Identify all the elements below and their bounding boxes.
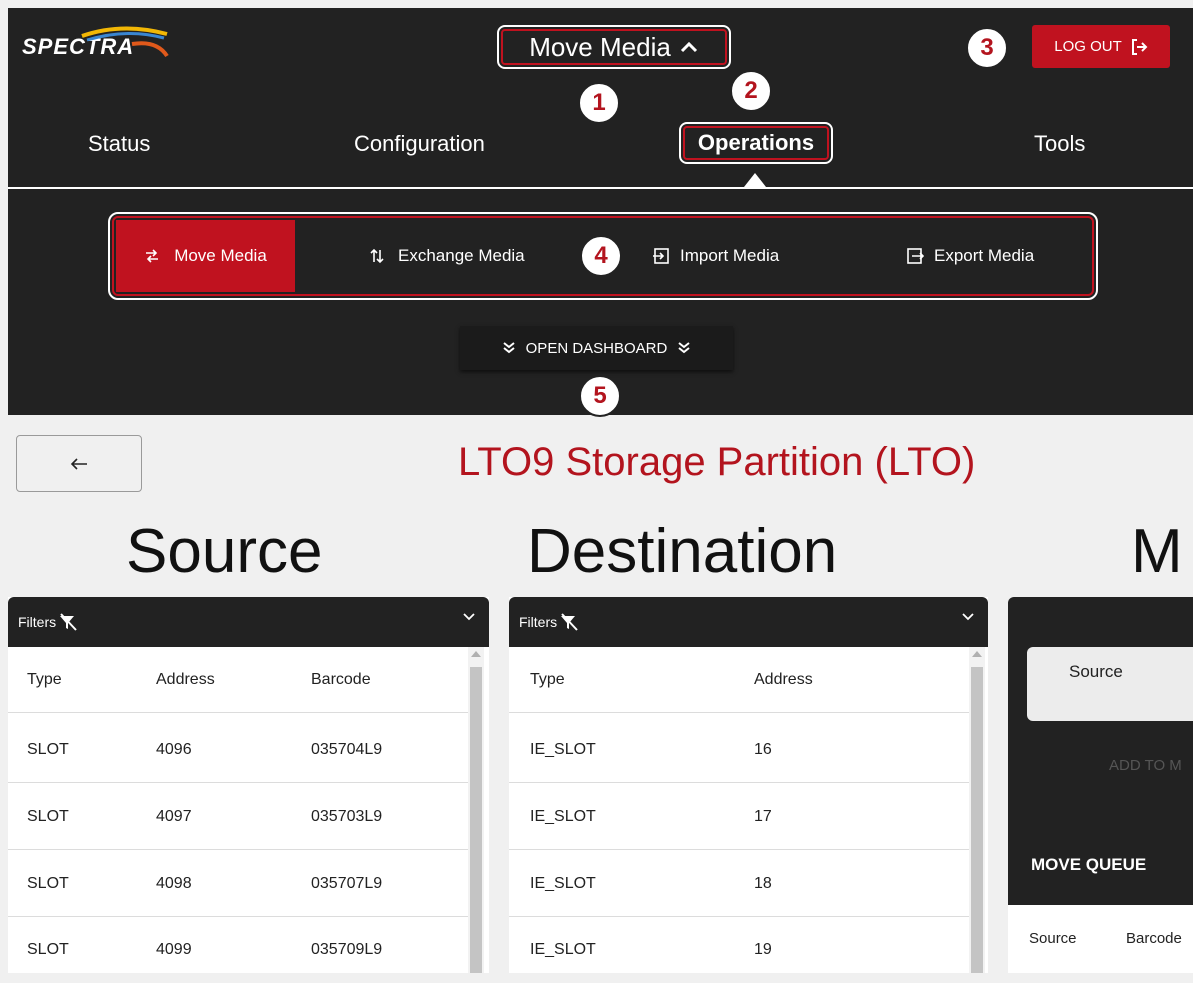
move-source-field[interactable]: Source [1027,647,1193,721]
move-queue-table: Source Barcode [1008,905,1193,973]
open-dashboard-label: OPEN DASHBOARD [525,339,668,357]
partition-title: LTO9 Storage Partition (LTO) [458,440,976,484]
double-chevron-down-icon [503,342,515,354]
source-scrollbar[interactable] [468,647,484,973]
scroll-thumb[interactable] [470,667,482,973]
source-filters-bar[interactable]: Filters [8,597,489,647]
chevron-up-icon [680,41,697,53]
table-row[interactable]: IE_SLOT 17 [509,784,969,850]
column-header-barcode[interactable]: Barcode [1126,930,1182,947]
destination-heading: Destination [527,517,838,586]
logout-label: LOG OUT [1054,38,1122,55]
exchange-arrows-icon [370,248,384,264]
table-row[interactable]: IE_SLOT 19 [509,917,969,983]
table-row[interactable]: SLOT 4099 035709L9 [8,917,468,983]
subnav-label: Import Media [680,246,780,265]
subnav-label: Export Media [934,246,1035,265]
source-header-row: Type Address Barcode [8,647,468,713]
callout-badge-2: 2 [730,70,772,112]
subnav-label: Move Media [174,246,267,265]
logo-swoosh-icon [81,26,169,58]
barcode-cell: 035704L9 [311,741,383,758]
column-header-source[interactable]: Source [1029,930,1077,947]
filters-label: Filters [18,614,57,630]
address-cell: 18 [754,875,772,892]
export-icon [907,248,924,264]
callout-badge-1: 1 [578,82,620,124]
scroll-up-icon[interactable] [972,651,982,657]
address-cell: 16 [754,741,772,758]
type-cell: IE_SLOT [530,808,596,825]
scroll-thumb[interactable] [971,667,983,973]
chevron-down-icon [962,613,974,621]
type-cell: IE_SLOT [530,875,596,892]
scroll-up-icon[interactable] [471,651,481,657]
move-queue-heading: MOVE QUEUE [1031,855,1147,874]
destination-scrollbar[interactable] [969,647,985,973]
open-dashboard-button[interactable]: OPEN DASHBOARD [460,326,733,370]
active-nav-indicator [744,173,766,187]
subnav-label: Exchange Media [398,246,525,265]
nav-divider [8,187,1193,189]
table-row[interactable]: IE_SLOT 16 [509,717,969,783]
filter-off-icon [60,613,77,631]
barcode-cell: 035709L9 [311,941,383,958]
address-cell: 4099 [156,941,192,958]
destination-table-panel: Filters Type Address IE_SLOT 16 IE_SLOT … [509,597,988,973]
type-cell: SLOT [27,875,69,892]
address-cell: 4097 [156,808,192,825]
type-cell: SLOT [27,941,69,958]
column-header-type[interactable]: Type [530,647,565,713]
move-arrows-icon [146,249,159,263]
type-cell: SLOT [27,808,69,825]
table-row[interactable]: SLOT 4098 035707L9 [8,851,468,917]
table-row[interactable]: SLOT 4097 035703L9 [8,784,468,850]
subnav-move-media[interactable]: Move Media [116,220,295,292]
add-to-move-queue-button[interactable]: ADD TO M [1109,757,1182,774]
source-table-panel: Filters Type Address Barcode SLOT 4096 0… [8,597,489,973]
filters-label: Filters [519,614,558,630]
subnav-exchange-media[interactable]: Exchange Media [370,220,525,292]
barcode-cell: 035707L9 [311,875,383,892]
arrow-left-icon [70,457,87,470]
nav-tools[interactable]: Tools [1034,131,1085,157]
destination-filters-bar[interactable]: Filters [509,597,988,647]
nav-configuration[interactable]: Configuration [354,131,485,157]
table-row[interactable]: SLOT 4096 035704L9 [8,717,468,783]
filter-off-icon [561,613,578,631]
subnav-import-media[interactable]: Import Media [652,220,779,292]
chevron-down-icon [463,613,475,621]
barcode-cell: 035703L9 [311,808,383,825]
address-cell: 19 [754,941,772,958]
type-cell: IE_SLOT [530,741,596,758]
import-icon [653,248,669,264]
logout-button[interactable]: LOG OUT [1032,25,1170,68]
column-header-address[interactable]: Address [156,647,215,713]
subnav-export-media[interactable]: Export Media [906,220,1034,292]
double-chevron-down-icon [678,342,690,354]
page-title: Move Media [529,31,671,62]
type-cell: IE_SLOT [530,941,596,958]
move-heading: M [1131,517,1183,586]
move-source-label: Source [1069,662,1123,681]
callout-badge-5: 5 [579,375,621,417]
source-heading: Source [126,517,323,586]
nav-status[interactable]: Status [88,131,150,157]
page-title-dropdown[interactable]: Move Media [497,25,731,69]
type-cell: SLOT [27,741,69,758]
address-cell: 4098 [156,875,192,892]
table-row[interactable]: IE_SLOT 18 [509,851,969,917]
callout-badge-3: 3 [966,27,1008,69]
destination-header-row: Type Address [509,647,969,713]
address-cell: 4096 [156,741,192,758]
column-header-address[interactable]: Address [754,647,813,713]
nav-operations[interactable]: Operations [679,122,833,164]
logout-icon [1131,38,1148,55]
address-cell: 17 [754,808,772,825]
column-header-barcode[interactable]: Barcode [311,647,371,713]
back-button[interactable] [16,435,142,492]
column-header-type[interactable]: Type [27,647,62,713]
